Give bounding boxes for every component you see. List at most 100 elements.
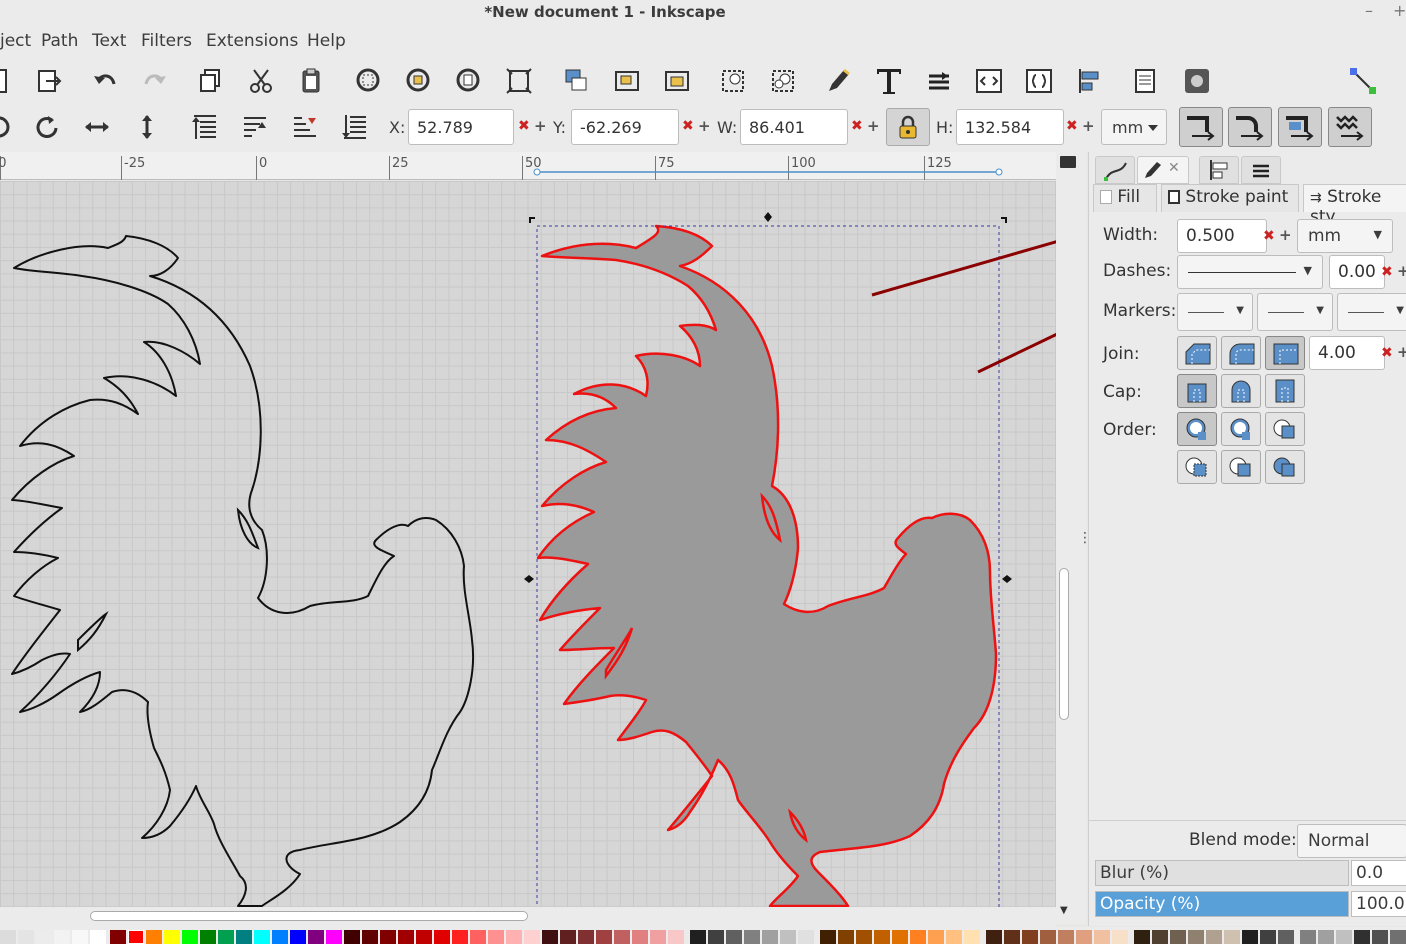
tab-layers[interactable] <box>1241 156 1281 184</box>
x-clear-button[interactable]: ✖ <box>518 118 530 134</box>
palette-swatch[interactable] <box>1318 930 1334 944</box>
palette-swatch[interactable] <box>632 930 648 944</box>
palette-swatch[interactable] <box>650 930 666 944</box>
palette-swatch[interactable] <box>1112 930 1128 944</box>
zoom-selection-icon[interactable] <box>352 64 386 98</box>
tab-align[interactable] <box>1199 156 1239 184</box>
palette-swatch[interactable] <box>560 930 576 944</box>
palette-swatch[interactable] <box>1300 930 1316 944</box>
palette-swatch[interactable] <box>744 930 760 944</box>
start-marker-select[interactable]: ▼ <box>1177 293 1253 331</box>
palette-swatch[interactable] <box>308 930 324 944</box>
minimize-button[interactable]: – <box>1365 1 1373 20</box>
palette-swatch[interactable] <box>928 930 944 944</box>
layers-icon[interactable] <box>922 64 956 98</box>
tab-node-editor[interactable] <box>1095 156 1135 184</box>
transform-patterns-toggle[interactable] <box>1328 107 1372 147</box>
miter-clear-button[interactable]: ✖ <box>1381 345 1393 361</box>
dash-clear-button[interactable]: ✖ <box>1381 264 1393 280</box>
stroke-width-field[interactable]: 0.500 <box>1177 219 1267 253</box>
palette-swatch[interactable] <box>1260 930 1276 944</box>
zoom-page-icon[interactable] <box>452 64 486 98</box>
rotate-cw-icon[interactable] <box>30 110 64 144</box>
subtab-fill[interactable]: Fill <box>1093 184 1157 212</box>
duplicate-icon[interactable] <box>194 64 228 98</box>
palette-swatch[interactable] <box>542 930 558 944</box>
palette-swatch[interactable] <box>272 930 288 944</box>
palette-swatch[interactable] <box>326 930 342 944</box>
flip-vertical-icon[interactable] <box>130 110 164 144</box>
palette-swatch[interactable] <box>36 930 52 944</box>
blend-mode-select[interactable]: Normal <box>1297 824 1406 858</box>
w-clear-button[interactable]: ✖ <box>851 118 863 134</box>
zoom-page-width-icon[interactable] <box>502 64 536 98</box>
transform-gradients-toggle[interactable] <box>1278 107 1322 147</box>
palette-swatch[interactable] <box>1224 930 1240 944</box>
palette-swatch[interactable] <box>1278 930 1294 944</box>
y-increment-button[interactable]: + <box>698 117 711 135</box>
palette-swatch[interactable] <box>798 930 814 944</box>
palette-swatch[interactable] <box>892 930 908 944</box>
menu-extensions[interactable]: Extensions <box>206 31 298 51</box>
raise-icon[interactable] <box>660 64 694 98</box>
palette-swatch[interactable] <box>668 930 684 944</box>
raise-icon[interactable] <box>238 110 272 144</box>
horizontal-scroll-thumb[interactable] <box>90 911 528 921</box>
palette-swatch[interactable] <box>236 930 252 944</box>
maximize-button[interactable]: + <box>1393 1 1406 20</box>
x-increment-button[interactable]: + <box>534 117 547 135</box>
menu-path[interactable]: Path <box>41 31 78 51</box>
lower-to-bottom-icon[interactable] <box>338 110 372 144</box>
palette-swatch[interactable] <box>856 930 872 944</box>
palette-swatch[interactable] <box>1354 930 1370 944</box>
h-increment-button[interactable]: + <box>1082 117 1095 135</box>
vertical-scrollbar[interactable]: ⋮ ▼ <box>1056 152 1092 924</box>
palette-swatch[interactable] <box>254 930 270 944</box>
redo-icon[interactable] <box>138 64 172 98</box>
palette-swatch[interactable] <box>614 930 630 944</box>
tab-fill-stroke[interactable]: ✕ <box>1137 156 1189 184</box>
palette-swatch[interactable] <box>596 930 612 944</box>
palette-swatch[interactable] <box>780 930 796 944</box>
palette-swatch[interactable] <box>110 930 126 944</box>
palette-swatch[interactable] <box>1076 930 1092 944</box>
palette-swatch[interactable] <box>726 930 742 944</box>
palette-swatch[interactable] <box>946 930 962 944</box>
end-marker-select[interactable]: ▼ <box>1337 293 1406 331</box>
palette-swatch[interactable] <box>1372 930 1388 944</box>
raise-to-top-icon[interactable] <box>188 110 222 144</box>
css-editor-icon[interactable] <box>1022 64 1056 98</box>
order-markers-stroke-fill-button[interactable] <box>1265 450 1305 484</box>
palette-swatch[interactable] <box>452 930 468 944</box>
scale-stroke-toggle[interactable] <box>1179 107 1223 147</box>
join-bevel-button[interactable] <box>1177 336 1217 370</box>
miter-limit-field[interactable]: 4.00 <box>1309 336 1385 370</box>
cap-square-button[interactable] <box>1265 374 1305 408</box>
menu-object[interactable]: ject <box>0 31 31 51</box>
horizontal-scrollbar[interactable] <box>0 907 1056 927</box>
rooster-outline-path[interactable] <box>11 235 475 907</box>
unlink-clone-icon[interactable] <box>766 64 800 98</box>
text-font-icon[interactable] <box>872 64 906 98</box>
close-tab-icon[interactable]: ✕ <box>1168 160 1180 176</box>
palette-swatch[interactable] <box>54 930 70 944</box>
menu-text[interactable]: Text <box>92 31 126 51</box>
palette-swatch[interactable] <box>874 930 890 944</box>
palette-swatch[interactable] <box>910 930 926 944</box>
w-increment-button[interactable]: + <box>867 117 880 135</box>
zoom-drawing-icon[interactable] <box>402 64 436 98</box>
cap-round-button[interactable] <box>1221 374 1261 408</box>
selected-rooster[interactable] <box>536 224 998 907</box>
palette-swatch[interactable] <box>1134 930 1150 944</box>
palette-swatch[interactable] <box>488 930 504 944</box>
palette-swatch[interactable] <box>708 930 724 944</box>
palette-swatch[interactable] <box>18 930 34 944</box>
opacity-slider[interactable]: Opacity (%) <box>1095 891 1349 917</box>
order-stroke-markers-fill-button[interactable] <box>1221 450 1261 484</box>
join-miter-button[interactable] <box>1265 336 1305 370</box>
palette-swatch[interactable] <box>1094 930 1110 944</box>
width-increment-button[interactable]: + <box>1279 226 1292 244</box>
align-icon[interactable] <box>1072 64 1106 98</box>
order-stroke-fill-markers-button[interactable] <box>1221 412 1261 446</box>
palette-swatch[interactable] <box>1206 930 1222 944</box>
